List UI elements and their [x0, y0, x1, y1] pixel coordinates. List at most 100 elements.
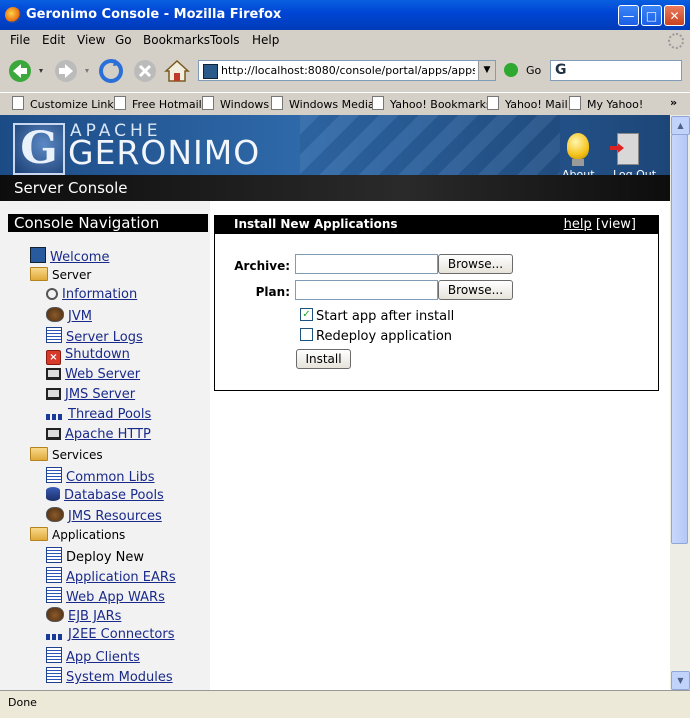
firefox-icon	[5, 7, 21, 23]
status-text: Done	[8, 696, 37, 709]
page-icon	[569, 96, 581, 110]
list-icon	[46, 327, 62, 343]
stop-icon[interactable]	[131, 57, 159, 85]
nav-jvm[interactable]: JVM	[46, 307, 92, 325]
scroll-thumb[interactable]	[671, 134, 688, 544]
menu-bookmarks[interactable]: Bookmarks	[143, 33, 210, 47]
computer-icon	[46, 428, 61, 440]
archive-label: Archive:	[234, 259, 290, 273]
list-icon	[46, 587, 62, 603]
nav-common-libs[interactable]: Common Libs	[46, 467, 155, 485]
maximize-button[interactable]: □	[641, 5, 662, 26]
start-app-label: Start app after install	[316, 309, 455, 324]
url-bar[interactable]: http://localhost:8080/console/portal/app…	[198, 60, 496, 81]
bean-icon	[46, 607, 64, 622]
magnifier-icon	[46, 288, 58, 300]
nav-information[interactable]: Information	[46, 287, 137, 305]
nav-j2ee-connectors[interactable]: J2EE Connectors	[46, 627, 175, 645]
list-icon	[46, 647, 62, 663]
geronimo-text: GERONIMO	[68, 133, 261, 172]
nav-server-logs[interactable]: Server Logs	[46, 327, 143, 345]
nav-thread-pools[interactable]: Thread Pools	[46, 407, 151, 425]
lightbulb-icon[interactable]	[567, 133, 589, 159]
nav-database-pools[interactable]: Database Pools	[46, 487, 164, 505]
page-viewport: G APACHE GERONIMO About Log Out Server C…	[0, 115, 670, 690]
shutdown-icon: ×	[46, 350, 61, 365]
menu-view[interactable]: View	[77, 33, 105, 47]
bookmark-windows[interactable]: Windows	[202, 96, 269, 111]
nav-shutdown[interactable]: × Shutdown	[46, 347, 130, 365]
install-portlet: Install New Applications help [view] Arc…	[214, 215, 659, 391]
bookmarks-toolbar: Customize Links Free Hotmail Windows Win…	[0, 92, 690, 116]
nav-jms-resources[interactable]: JMS Resources	[46, 507, 162, 525]
bookmark-free-hotmail[interactable]: Free Hotmail	[114, 96, 202, 111]
bookmark-windows-media[interactable]: Windows Media	[271, 96, 375, 111]
install-button[interactable]: Install	[296, 349, 351, 369]
plan-file-input[interactable]	[295, 280, 438, 300]
bean-icon	[46, 507, 64, 522]
nav-app-clients[interactable]: App Clients	[46, 647, 140, 665]
nav-group-applications: Applications	[30, 527, 125, 545]
back-button[interactable]	[6, 57, 46, 85]
nav-web-app-wars[interactable]: Web App WARs	[46, 587, 165, 605]
nav-web-server[interactable]: Web Server	[46, 367, 140, 385]
reload-icon[interactable]	[97, 57, 125, 85]
site-favicon-icon	[203, 64, 218, 79]
view-link[interactable]: [view]	[596, 217, 636, 232]
nav-system-modules[interactable]: System Modules	[46, 667, 173, 685]
bookmark-my-yahoo[interactable]: My Yahoo!	[569, 96, 643, 111]
scroll-up-icon[interactable]: ▲	[671, 116, 690, 135]
forward-button[interactable]	[52, 57, 92, 85]
archive-file-input[interactable]	[295, 254, 438, 274]
nav-jms-server[interactable]: JMS Server	[46, 387, 135, 405]
menu-file[interactable]: File	[10, 33, 30, 47]
connector-icon	[46, 634, 64, 640]
plan-browse-button[interactable]: Browse...	[438, 280, 513, 300]
plan-label: Plan:	[255, 285, 290, 299]
close-button[interactable]: ✕	[664, 5, 685, 26]
list-icon	[46, 567, 62, 583]
menu-bar: File Edit View Go Bookmarks Tools Help	[0, 30, 690, 50]
nav-welcome[interactable]: Welcome	[30, 247, 109, 265]
bookmarks-overflow-icon[interactable]: »	[670, 96, 677, 109]
computer-icon	[46, 388, 61, 400]
archive-browse-button[interactable]: Browse...	[438, 254, 513, 274]
redeploy-label: Redeploy application	[316, 329, 453, 344]
page-icon	[372, 96, 384, 110]
nav-application-ears[interactable]: Application EARs	[46, 567, 176, 585]
nav-group-services: Services	[30, 447, 103, 465]
window-title: Geronimo Console - Mozilla Firefox	[26, 7, 282, 22]
menu-edit[interactable]: Edit	[42, 33, 65, 47]
nav-group-server: Server	[30, 267, 91, 285]
nav-apache-http[interactable]: Apache HTTP	[46, 427, 151, 445]
list-icon	[46, 547, 62, 563]
start-app-checkbox[interactable]: ✓	[300, 308, 313, 321]
server-console-title: Server Console	[14, 179, 128, 197]
server-console-bar: Server Console	[0, 175, 670, 201]
page-icon	[487, 96, 499, 110]
redeploy-checkbox[interactable]	[300, 328, 313, 341]
menu-help[interactable]: Help	[252, 33, 279, 47]
help-link[interactable]: help	[564, 217, 592, 232]
list-icon	[46, 467, 62, 483]
bean-icon	[46, 307, 64, 322]
bookmark-yahoo-mail[interactable]: Yahoo! Mail	[487, 96, 568, 111]
menu-go[interactable]: Go	[115, 33, 132, 47]
go-button[interactable]: Go	[526, 64, 541, 77]
vertical-scrollbar[interactable]: ▲ ▼	[670, 115, 690, 690]
go-icon[interactable]	[504, 63, 518, 77]
minimize-button[interactable]: —	[618, 5, 639, 26]
search-input[interactable]: G	[550, 60, 682, 81]
nav-deploy-new[interactable]: Deploy New	[46, 547, 144, 565]
portlet-header: Install New Applications help [view]	[215, 216, 658, 234]
menu-tools[interactable]: Tools	[210, 33, 240, 47]
home-icon[interactable]	[163, 57, 191, 85]
bookmark-customize-links[interactable]: Customize Links	[12, 96, 120, 111]
scroll-down-icon[interactable]: ▼	[671, 671, 690, 690]
console-navigation: Console Navigation Welcome Server Inform…	[0, 201, 210, 690]
folder-icon	[30, 267, 48, 281]
list-icon	[46, 667, 62, 683]
url-dropdown-icon[interactable]: ▼	[478, 61, 495, 80]
bookmark-yahoo-bookmarks[interactable]: Yahoo! Bookmarks	[372, 96, 492, 111]
nav-ejb-jars[interactable]: EJB JARs	[46, 607, 121, 625]
